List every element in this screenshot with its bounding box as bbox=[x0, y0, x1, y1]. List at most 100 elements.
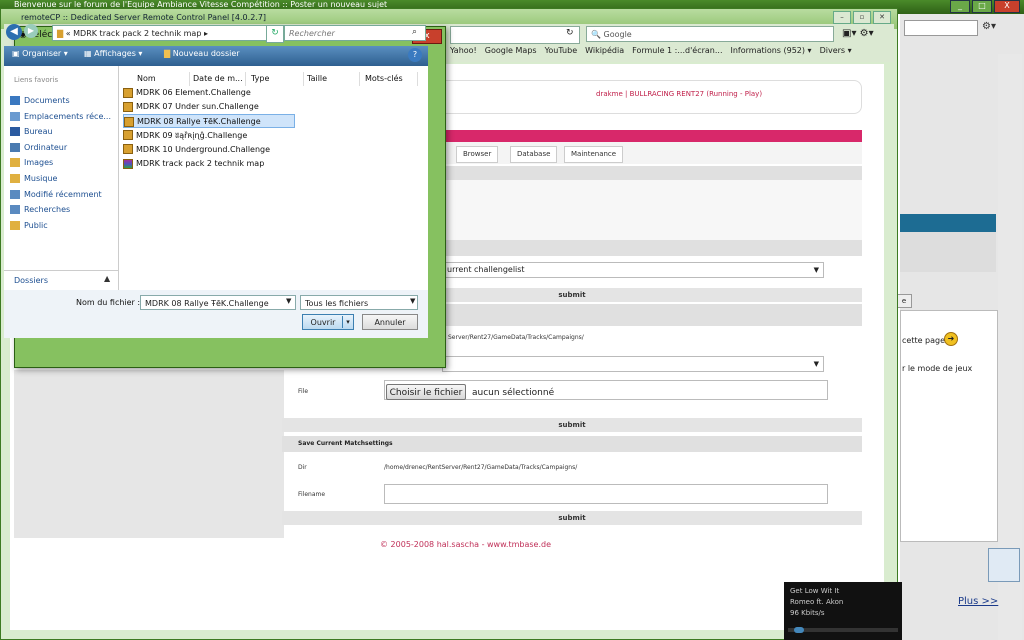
nav-item[interactable]: Documents bbox=[10, 96, 70, 105]
column-header-size[interactable]: Taille bbox=[304, 72, 360, 86]
tab-maintenance[interactable]: Maintenance bbox=[564, 146, 624, 163]
bookmark-link[interactable]: Divers ▾ bbox=[820, 46, 852, 60]
filename-field[interactable]: MDRK 08 Rallye ŦēK.Challenge bbox=[140, 295, 296, 310]
restore-icon[interactable]: ▫ bbox=[853, 11, 871, 24]
reload-icon[interactable]: ↻ bbox=[566, 28, 574, 38]
chevron-down-icon: ▼ bbox=[813, 360, 819, 368]
maximize-icon[interactable]: □ bbox=[972, 0, 992, 13]
back-icon[interactable]: ◀ bbox=[6, 24, 22, 40]
submit-button[interactable]: submit bbox=[282, 511, 862, 525]
close-icon[interactable]: ✕ bbox=[873, 11, 891, 24]
nav-item-label: Documents bbox=[24, 96, 70, 105]
bookmarks-bar: Yahoo! Google Maps YouTube Wikipédia For… bbox=[450, 46, 890, 60]
nav-item[interactable]: Bureau bbox=[10, 127, 53, 137]
file-row[interactable]: MDRK 07 Under sun.Challenge bbox=[123, 100, 259, 114]
challenge-file-icon bbox=[123, 101, 133, 112]
arrow-right-icon[interactable]: ➜ bbox=[944, 332, 958, 346]
nav-item[interactable]: Musique bbox=[10, 174, 57, 183]
forum-small-button[interactable]: e bbox=[896, 294, 912, 308]
nav-item[interactable]: Images bbox=[10, 158, 54, 168]
refresh-icon[interactable]: ↻ bbox=[266, 25, 284, 43]
search-input[interactable]: 🔍 Google bbox=[586, 26, 834, 42]
nav-item[interactable]: Modifié récemment bbox=[10, 189, 102, 199]
open-options-arrow-icon[interactable]: ▾ bbox=[342, 316, 353, 328]
nav-item-label: Ordinateur bbox=[24, 142, 68, 152]
column-header-type[interactable]: Type bbox=[248, 72, 304, 86]
new-folder-button[interactable]: ▇ Nouveau dossier bbox=[164, 49, 240, 58]
dialog-search-input[interactable]: Rechercher bbox=[284, 25, 426, 41]
close-button[interactable]: X bbox=[994, 0, 1020, 13]
search-placeholder: Google bbox=[603, 30, 632, 39]
background-address-bar[interactable] bbox=[904, 20, 978, 36]
chevron-up-icon[interactable]: ▲ bbox=[104, 274, 110, 283]
chevron-down-icon[interactable]: ▼ bbox=[286, 297, 291, 305]
views-menu[interactable]: ▦ Affichages ▾ bbox=[84, 49, 142, 58]
track-title: Get Low Wit It bbox=[790, 587, 840, 595]
new-folder-icon: ▇ bbox=[164, 49, 173, 58]
choose-file-button[interactable]: Choisir le fichier bbox=[386, 384, 466, 400]
filetype-select[interactable]: Tous les fichiers bbox=[300, 295, 418, 310]
file-label: File bbox=[298, 388, 309, 395]
file-row[interactable]: MDRK track pack 2 technik map bbox=[123, 157, 264, 171]
organize-menu[interactable]: ▣ Organiser ▾ bbox=[12, 49, 68, 58]
nav-item-label: Images bbox=[24, 158, 54, 168]
search-icon[interactable]: ⌕ bbox=[412, 27, 417, 37]
bookmark-link[interactable]: Informations (952) ▾ bbox=[730, 46, 811, 60]
media-progress-knob[interactable] bbox=[793, 627, 804, 633]
filename-input[interactable] bbox=[384, 484, 828, 504]
bookmark-link[interactable]: Wikipédia bbox=[585, 46, 624, 60]
column-header-name[interactable]: Nom bbox=[134, 72, 190, 86]
footer-credit[interactable]: © 2005-2008 hal.sascha - www.tmbase.de bbox=[380, 540, 551, 549]
file-row[interactable]: MDRK 08 Rallye ŦēK.Challenge bbox=[123, 114, 295, 129]
bookmark-link[interactable]: Google Maps bbox=[485, 46, 537, 60]
no-file-selected-text: aucun sélectionné bbox=[472, 388, 555, 398]
bookmark-link[interactable]: YouTube bbox=[545, 46, 578, 60]
file-row[interactable]: MDRK 09 ʬąȑʀįɳĝ.Challenge bbox=[123, 129, 247, 143]
column-header-date[interactable]: Date de m... bbox=[190, 72, 246, 86]
path-breadcrumb[interactable]: ▇ « MDRK track pack 2 technik map ▸ bbox=[52, 25, 272, 41]
chevron-down-icon: ▼ bbox=[813, 266, 819, 274]
cancel-button[interactable]: Annuler bbox=[362, 314, 418, 330]
server-status: drakme | BULLRACING RENT27 (Running - Pl… bbox=[596, 90, 763, 98]
bookmark-link[interactable]: Formule 1 :...d'écran... bbox=[632, 46, 722, 60]
challenge-file-icon bbox=[123, 144, 133, 155]
tools-menu-icon[interactable]: ⚙▾ bbox=[982, 21, 996, 32]
media-progress-bar[interactable] bbox=[788, 628, 898, 632]
nav-item[interactable]: Public bbox=[10, 220, 48, 230]
public-folder-icon bbox=[10, 220, 20, 230]
nav-item-label: Musique bbox=[24, 174, 58, 183]
plus-link[interactable]: Plus >> bbox=[958, 596, 998, 607]
file-name: MDRK 08 Rallye ŦēK.Challenge bbox=[137, 117, 261, 127]
challengelist-select[interactable]: urrent challengelist ▼ bbox=[442, 262, 824, 278]
nav-item[interactable]: Recherches bbox=[10, 205, 71, 215]
column-header-keywords[interactable]: Mots-clés bbox=[362, 72, 418, 86]
save-matchsettings-header: Save Current Matchsettings bbox=[282, 436, 862, 452]
minimize-icon[interactable]: _ bbox=[950, 0, 970, 13]
new-folder-label: Nouveau dossier bbox=[172, 49, 240, 58]
help-icon[interactable]: ? bbox=[408, 48, 422, 62]
tab-database[interactable]: Database bbox=[510, 146, 558, 163]
address-bar[interactable] bbox=[450, 26, 580, 44]
chevron-down-icon[interactable]: ▼ bbox=[410, 297, 415, 305]
tab-browser[interactable]: Browser bbox=[456, 146, 499, 163]
forward-icon[interactable]: ▶ bbox=[24, 24, 38, 38]
organize-label: Organiser ▾ bbox=[22, 49, 68, 58]
computer-icon bbox=[10, 142, 20, 152]
nav-item[interactable]: Emplacements réce... bbox=[10, 111, 111, 121]
nav-item-label: Recherches bbox=[24, 205, 71, 215]
track-artist: Romeo ft. Akon bbox=[790, 598, 844, 606]
nav-item[interactable]: Ordinateur bbox=[10, 142, 68, 152]
bookmark-link[interactable]: Yahoo! bbox=[450, 46, 477, 60]
submit-button[interactable]: submit bbox=[282, 418, 862, 432]
page-tools-icon[interactable]: ▣▾ ⚙▾ bbox=[842, 28, 874, 39]
file-row[interactable]: MDRK 10 Underground.Challenge bbox=[123, 143, 270, 157]
track-bitrate: 96 Kbits/s bbox=[790, 609, 825, 617]
challenge-file-icon bbox=[123, 87, 133, 98]
recent-places-icon bbox=[10, 111, 20, 121]
file-row[interactable]: MDRK 06 Element.Challenge bbox=[123, 86, 251, 100]
save-section-title: Save Current Matchsettings bbox=[298, 440, 393, 447]
scroll-down-icon[interactable] bbox=[988, 548, 1020, 582]
desktop-icon bbox=[10, 127, 20, 137]
path-select[interactable]: ▼ bbox=[442, 356, 824, 372]
minimize-icon[interactable]: – bbox=[833, 11, 851, 24]
